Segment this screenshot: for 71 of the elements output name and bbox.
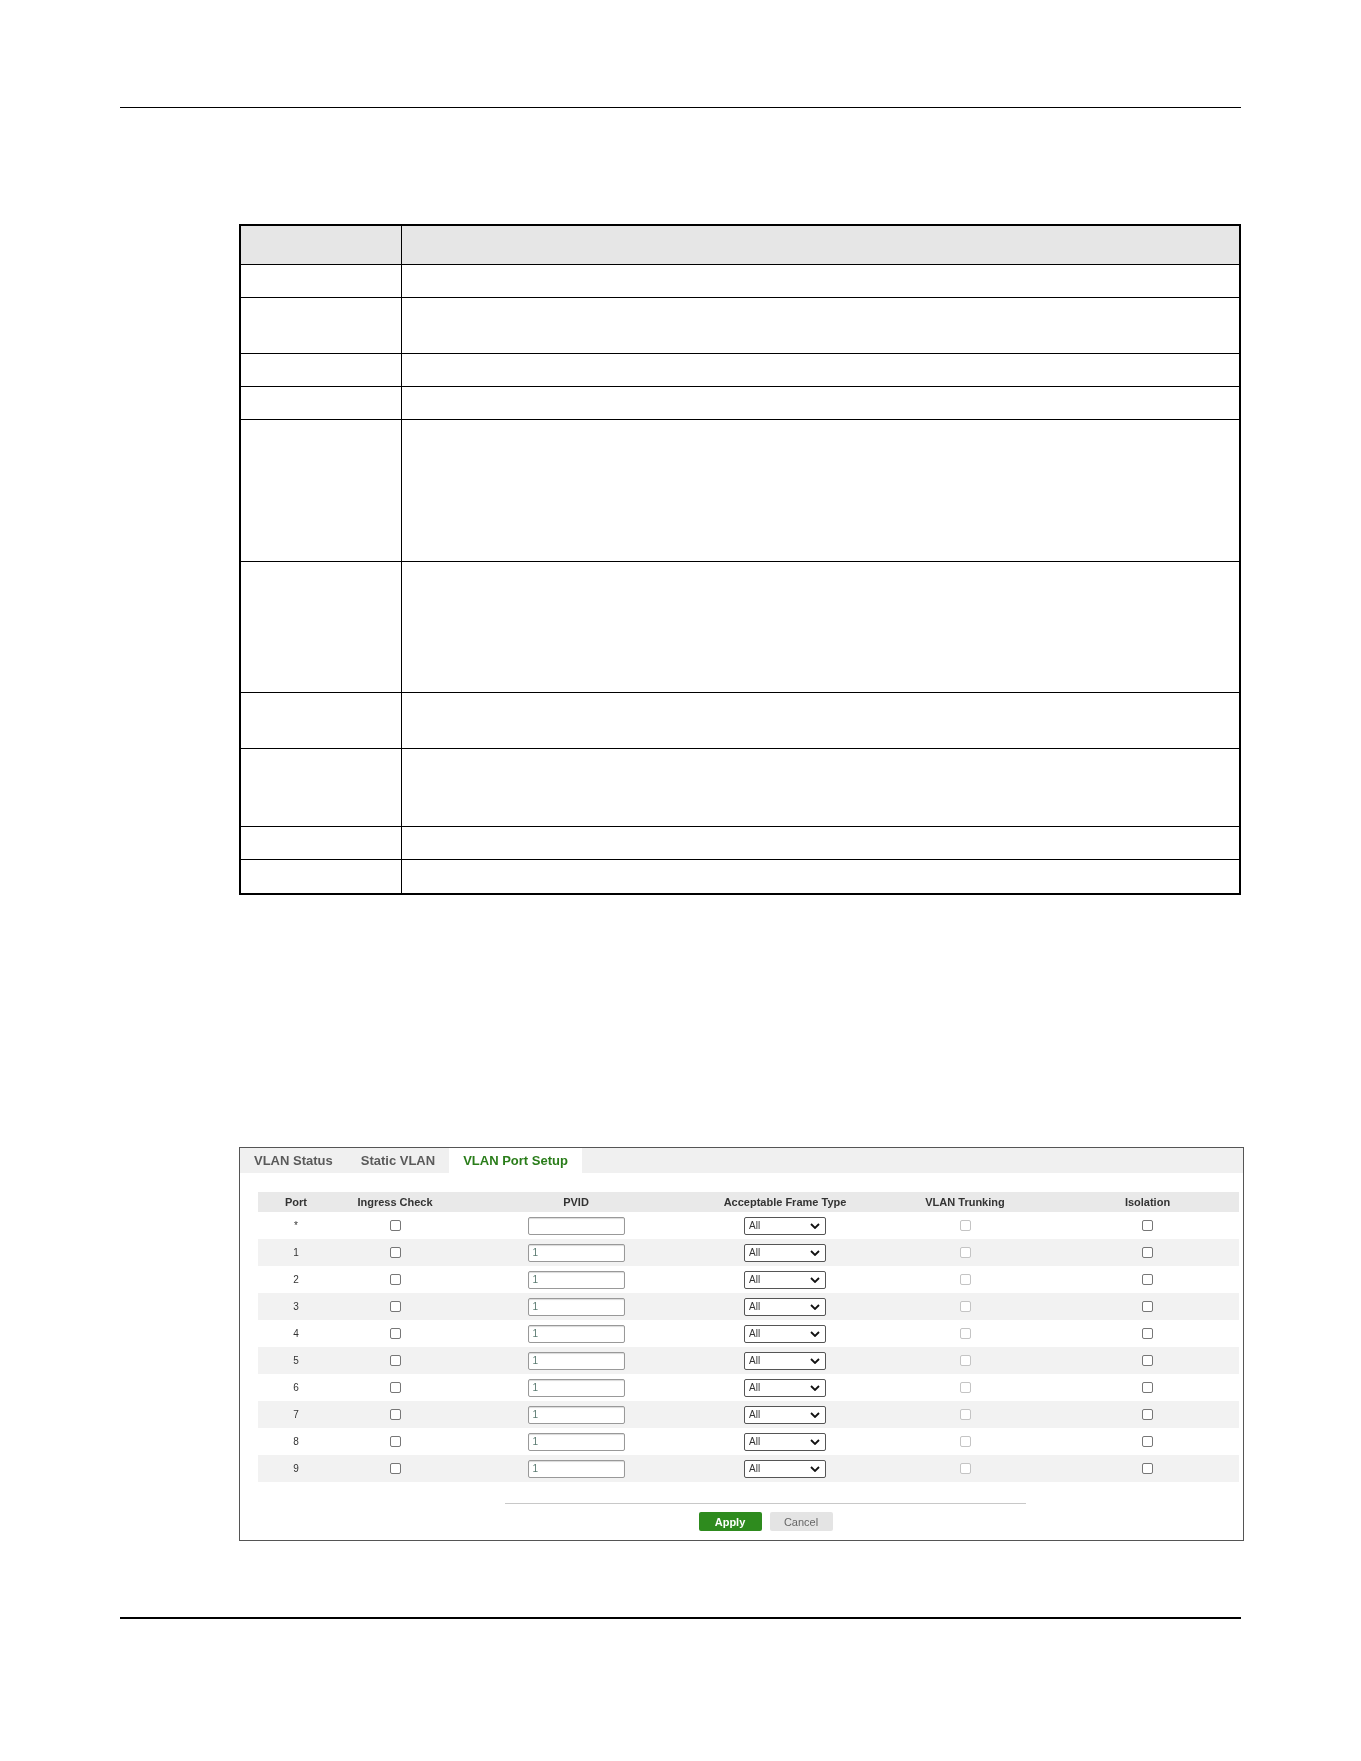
checkbox[interactable] <box>1142 1220 1153 1231</box>
port-cell: 4 <box>293 1328 299 1339</box>
chevron-down-icon <box>810 1303 820 1310</box>
chevron-down-icon <box>810 1411 820 1418</box>
column-header: Ingress Check <box>357 1196 433 1208</box>
port-cell: 7 <box>293 1409 299 1420</box>
tab[interactable]: Static VLAN <box>346 1148 450 1173</box>
checkbox[interactable] <box>1142 1355 1153 1366</box>
checkbox[interactable] <box>389 1463 401 1474</box>
column-header: VLAN Trunking <box>925 1196 1005 1208</box>
pvid-input[interactable]: 1 <box>527 1324 625 1343</box>
pvid-input[interactable]: 1 <box>527 1270 625 1289</box>
tab[interactable]: VLAN Status <box>240 1148 347 1173</box>
pvid-input[interactable]: 1 <box>527 1378 625 1397</box>
frame-type-select[interactable]: All <box>744 1216 826 1235</box>
port-cell: 6 <box>293 1382 299 1393</box>
pvid-input[interactable]: 1 <box>527 1351 625 1370</box>
tab[interactable]: VLAN Port Setup <box>449 1148 582 1173</box>
port-cell: 2 <box>293 1274 299 1285</box>
checkbox[interactable] <box>1142 1382 1153 1393</box>
frame-type-select[interactable]: All <box>744 1432 826 1451</box>
pvid-input[interactable]: 1 <box>527 1459 625 1478</box>
chevron-down-icon <box>810 1465 820 1472</box>
column-header: Acceptable Frame Type <box>723 1196 847 1208</box>
chevron-down-icon <box>810 1384 820 1391</box>
checkbox[interactable] <box>389 1301 401 1312</box>
frame-type-select[interactable]: All <box>744 1324 826 1343</box>
chevron-down-icon <box>810 1249 820 1256</box>
pvid-input[interactable]: 1 <box>527 1297 625 1316</box>
port-cell: * <box>294 1220 298 1231</box>
column-header: Port <box>285 1196 307 1208</box>
port-cell: 3 <box>293 1301 299 1312</box>
chevron-down-icon <box>810 1222 820 1229</box>
checkbox[interactable] <box>389 1382 401 1393</box>
frame-type-select[interactable]: All <box>744 1297 826 1316</box>
frame-type-select[interactable]: All <box>744 1459 826 1478</box>
checkbox[interactable] <box>1142 1247 1153 1258</box>
checkbox[interactable] <box>1142 1409 1153 1420</box>
chevron-down-icon <box>810 1357 820 1364</box>
chevron-down-icon <box>810 1330 820 1337</box>
checkbox[interactable] <box>389 1328 401 1339</box>
cancel-button[interactable]: Cancel <box>769 1512 833 1531</box>
column-header: Isolation <box>1124 1196 1171 1208</box>
pvid-input[interactable]: 1 <box>527 1432 625 1451</box>
frame-type-select[interactable]: All <box>744 1243 826 1262</box>
frame-type-select[interactable]: All <box>744 1378 826 1397</box>
column-header: PVID <box>563 1196 589 1208</box>
apply-button[interactable]: Apply <box>698 1512 762 1531</box>
checkbox[interactable] <box>1142 1301 1153 1312</box>
port-cell: 5 <box>293 1355 299 1366</box>
checkbox[interactable] <box>389 1436 401 1447</box>
port-cell: 1 <box>293 1247 299 1258</box>
checkbox[interactable] <box>389 1274 401 1285</box>
frame-type-select[interactable]: All <box>744 1405 826 1424</box>
checkbox[interactable] <box>389 1247 401 1258</box>
chevron-down-icon <box>810 1276 820 1283</box>
checkbox[interactable] <box>1142 1328 1153 1339</box>
checkbox[interactable] <box>1142 1274 1153 1285</box>
pvid-input[interactable]: 1 <box>527 1405 625 1424</box>
checkbox[interactable] <box>1142 1463 1153 1474</box>
pvid-input[interactable]: 1 <box>527 1243 625 1262</box>
port-cell: 9 <box>293 1463 299 1474</box>
checkbox[interactable] <box>389 1220 401 1231</box>
checkbox[interactable] <box>389 1409 401 1420</box>
frame-type-select[interactable]: All <box>744 1351 826 1370</box>
checkbox[interactable] <box>389 1355 401 1366</box>
port-cell: 8 <box>293 1436 299 1447</box>
checkbox[interactable] <box>1142 1436 1153 1447</box>
frame-type-select[interactable]: All <box>744 1270 826 1289</box>
chevron-down-icon <box>810 1438 820 1445</box>
pvid-input[interactable] <box>527 1216 625 1235</box>
